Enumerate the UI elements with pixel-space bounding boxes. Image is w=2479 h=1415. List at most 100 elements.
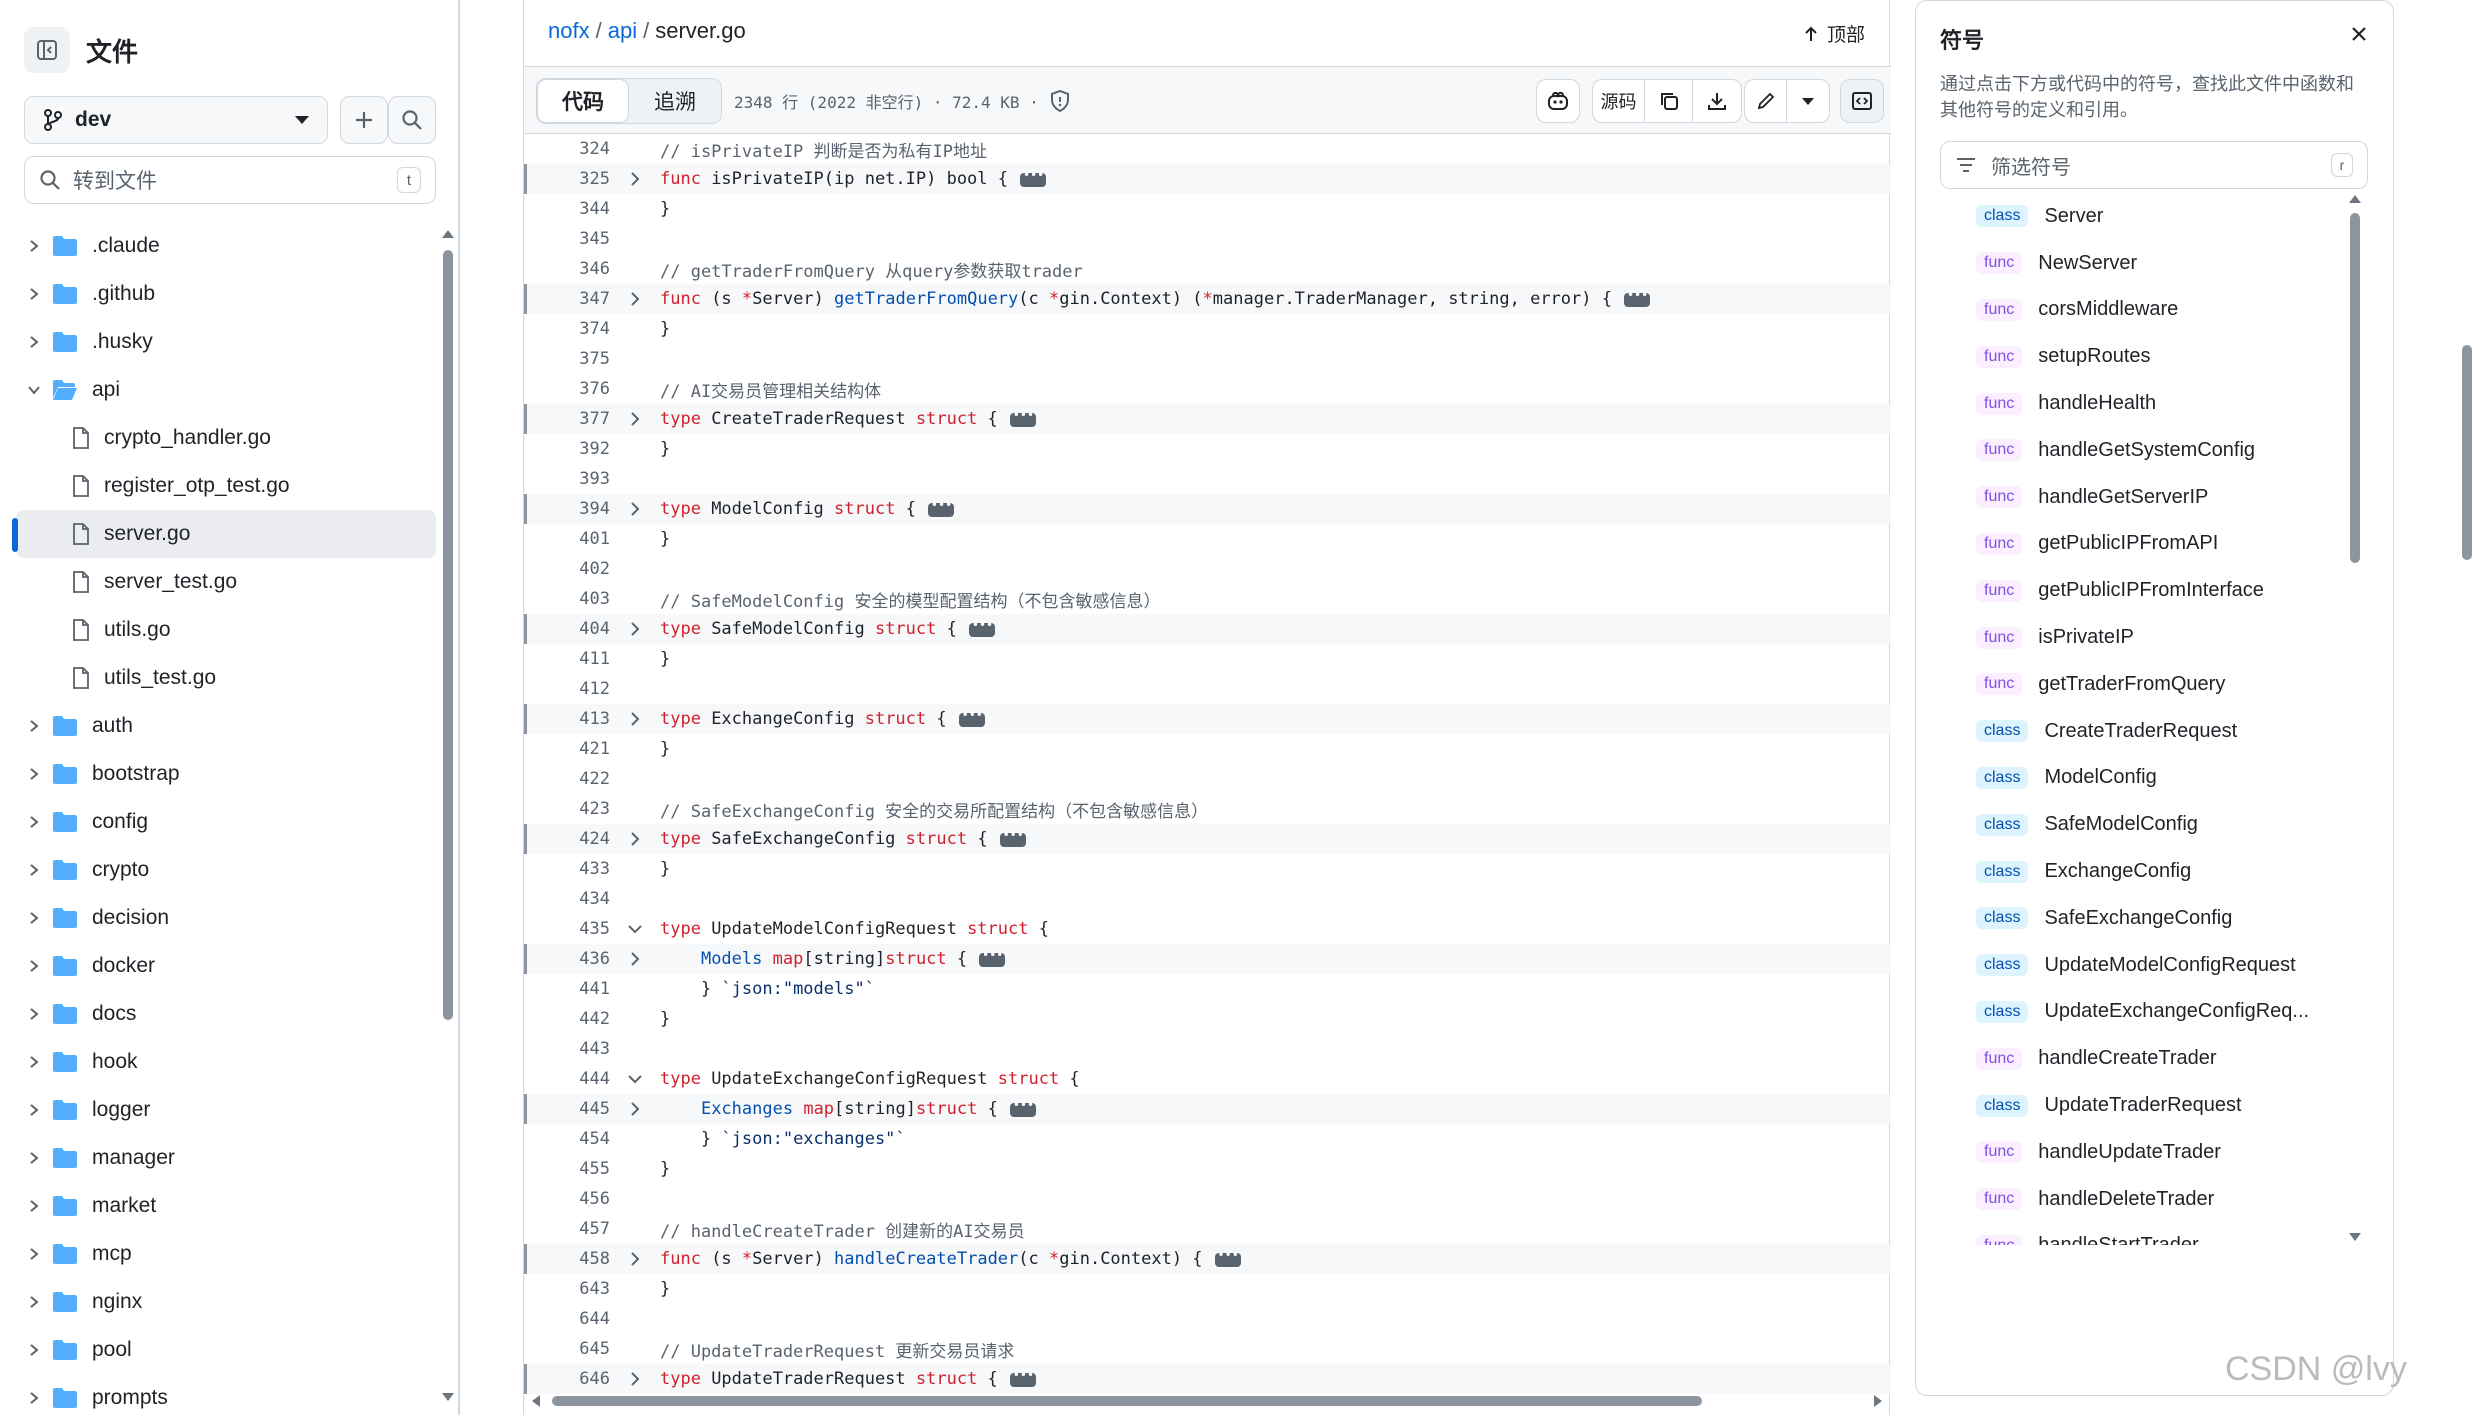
line-number[interactable]: 646: [524, 1369, 610, 1389]
line-number[interactable]: 401: [524, 529, 610, 549]
symbol-item[interactable]: func setupRoutes: [1976, 333, 2346, 380]
tree-folder-item[interactable]: crypto: [16, 846, 436, 894]
expand-toggle[interactable]: [16, 911, 52, 925]
tree-file-item[interactable]: utils_test.go: [16, 654, 436, 702]
tree-folder-item[interactable]: mcp: [16, 1230, 436, 1278]
symbol-item[interactable]: class ExchangeConfig: [1976, 848, 2346, 895]
line-number[interactable]: 346: [524, 259, 610, 279]
symbol-item[interactable]: class UpdateTraderRequest: [1976, 1082, 2346, 1129]
expand-toggle[interactable]: [16, 815, 52, 829]
expand-toggle[interactable]: [16, 1103, 52, 1117]
line-number[interactable]: 403: [524, 589, 610, 609]
expand-folded-code-button[interactable]: [1623, 288, 1650, 307]
scroll-down-icon[interactable]: [2349, 1233, 2361, 1241]
collapse-sidebar-button[interactable]: [24, 27, 70, 73]
line-number[interactable]: 424: [524, 829, 610, 849]
tree-file-item[interactable]: crypto_handler.go: [16, 414, 436, 462]
line-number[interactable]: 456: [524, 1189, 610, 1209]
tree-folder-item[interactable]: .claude: [16, 222, 436, 270]
line-number[interactable]: 454: [524, 1129, 610, 1149]
symbol-item[interactable]: func handleDeleteTrader: [1976, 1176, 2346, 1223]
expand-folded-code-button[interactable]: [1009, 408, 1036, 427]
line-number[interactable]: 344: [524, 199, 610, 219]
copilot-button[interactable]: [1537, 80, 1579, 122]
copy-raw-button[interactable]: [1645, 80, 1693, 122]
line-number[interactable]: 394: [524, 499, 610, 519]
breadcrumb-dir[interactable]: api: [608, 18, 637, 43]
line-number[interactable]: 442: [524, 1009, 610, 1029]
symbol-item[interactable]: func handleCreateTrader: [1976, 1035, 2346, 1082]
line-number[interactable]: 445: [524, 1099, 610, 1119]
line-number[interactable]: 376: [524, 379, 610, 399]
line-number[interactable]: 434: [524, 889, 610, 909]
line-number[interactable]: 412: [524, 679, 610, 699]
expand-folded-code-button[interactable]: [1020, 168, 1046, 187]
expand-toggle[interactable]: [16, 959, 52, 973]
line-number[interactable]: 393: [524, 469, 610, 489]
expand-folded-code-button[interactable]: [979, 948, 1006, 967]
expand-toggle[interactable]: [16, 239, 52, 253]
shield-icon[interactable]: [1049, 89, 1071, 113]
symbol-item[interactable]: func getPublicIPFromInterface: [1976, 567, 2346, 614]
tab-code[interactable]: 代码: [537, 79, 629, 123]
scroll-right-icon[interactable]: [1874, 1395, 1882, 1407]
expand-toggle[interactable]: [16, 1391, 52, 1405]
tree-folder-item[interactable]: .github: [16, 270, 436, 318]
symbol-item[interactable]: func handleGetSystemConfig: [1976, 427, 2346, 474]
line-number[interactable]: 411: [524, 649, 610, 669]
expand-folded-code-button[interactable]: [968, 618, 995, 637]
line-number[interactable]: 422: [524, 769, 610, 789]
line-number[interactable]: 413: [524, 709, 610, 729]
line-number[interactable]: 402: [524, 559, 610, 579]
expand-toggle[interactable]: [16, 1295, 52, 1309]
tab-blame[interactable]: 追溯: [629, 79, 721, 123]
page-scroll-thumb[interactable]: [2462, 345, 2472, 560]
symbol-item[interactable]: class ModelConfig: [1976, 755, 2346, 802]
breadcrumb-repo[interactable]: nofx: [548, 18, 590, 43]
line-number[interactable]: 643: [524, 1279, 610, 1299]
tree-folder-item[interactable]: docker: [16, 942, 436, 990]
expand-folded-code-button[interactable]: [1214, 1248, 1241, 1267]
symbols-scrollbar[interactable]: [2348, 193, 2362, 1243]
symbol-item[interactable]: class CreateTraderRequest: [1976, 708, 2346, 755]
symbol-item[interactable]: func getPublicIPFromAPI: [1976, 521, 2346, 568]
download-button[interactable]: [1693, 80, 1741, 122]
sidebar-scrollbar[interactable]: [442, 230, 454, 1405]
line-number[interactable]: 458: [524, 1249, 610, 1269]
fold-toggle[interactable]: [610, 711, 660, 727]
fold-toggle[interactable]: [610, 951, 660, 967]
tree-folder-item[interactable]: .husky: [16, 318, 436, 366]
symbols-scroll-thumb[interactable]: [2350, 213, 2360, 563]
symbol-item[interactable]: class UpdateExchangeConfigReq...: [1976, 989, 2346, 1036]
symbol-item[interactable]: func isPrivateIP: [1976, 614, 2346, 661]
fold-toggle[interactable]: [610, 1251, 660, 1267]
symbol-item[interactable]: func NewServer: [1976, 240, 2346, 287]
fold-toggle[interactable]: [610, 831, 660, 847]
expand-toggle[interactable]: [16, 1343, 52, 1357]
symbol-item[interactable]: func handleGetServerIP: [1976, 474, 2346, 521]
expand-folded-code-button[interactable]: [958, 708, 985, 727]
fold-toggle[interactable]: [610, 922, 660, 936]
fold-toggle[interactable]: [610, 291, 660, 307]
line-number[interactable]: 421: [524, 739, 610, 759]
line-number[interactable]: 324: [524, 139, 610, 159]
symbol-item[interactable]: class SafeExchangeConfig: [1976, 895, 2346, 942]
scroll-up-icon[interactable]: [442, 230, 454, 238]
tree-file-item[interactable]: server_test.go: [16, 558, 436, 606]
expand-toggle[interactable]: [16, 1055, 52, 1069]
fold-toggle[interactable]: [610, 501, 660, 517]
line-number[interactable]: 433: [524, 859, 610, 879]
expand-toggle[interactable]: [16, 1199, 52, 1213]
symbol-item[interactable]: func corsMiddleware: [1976, 287, 2346, 334]
tree-file-item[interactable]: server.go: [12, 510, 436, 558]
edit-options-button[interactable]: [1787, 80, 1829, 122]
symbol-item[interactable]: func handleUpdateTrader: [1976, 1129, 2346, 1176]
symbol-item[interactable]: class Server: [1976, 193, 2346, 240]
filter-symbols-input[interactable]: 筛选符号 r: [1940, 141, 2368, 189]
expand-folded-code-button[interactable]: [927, 498, 954, 517]
tree-file-item[interactable]: register_otp_test.go: [16, 462, 436, 510]
search-files-button[interactable]: [388, 96, 436, 144]
sidebar-scroll-thumb[interactable]: [443, 250, 453, 1020]
tree-folder-item[interactable]: nginx: [16, 1278, 436, 1326]
tree-folder-item[interactable]: decision: [16, 894, 436, 942]
